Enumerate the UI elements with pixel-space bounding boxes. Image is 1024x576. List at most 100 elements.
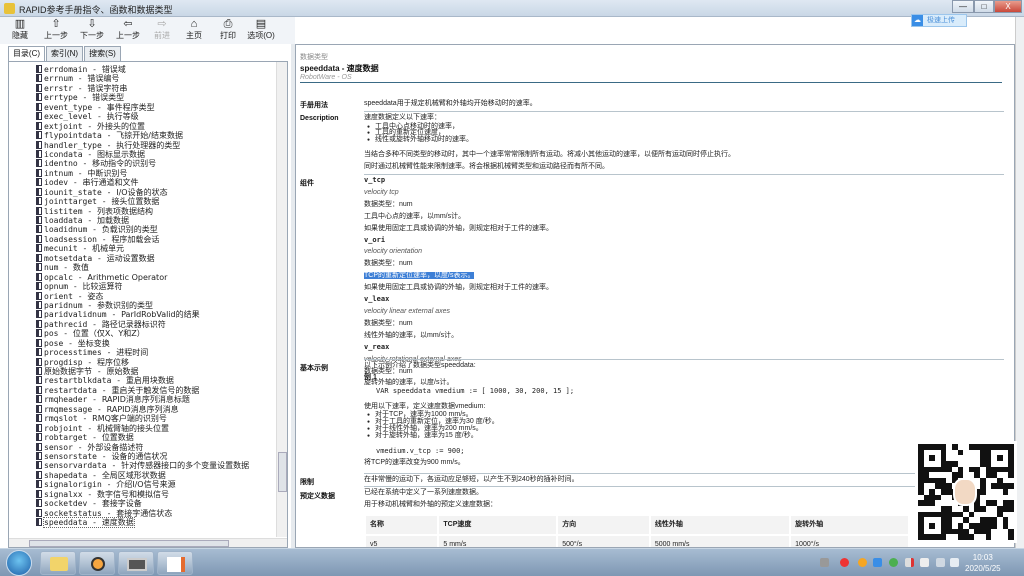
tree-item[interactable]: speeddata - 速度数据 bbox=[9, 517, 277, 528]
tree-item[interactable]: identno - 移动指令的识别号 bbox=[9, 159, 277, 168]
tree-item[interactable]: motsetdata - 运动设置数据 bbox=[9, 253, 277, 263]
taskbar-app[interactable] bbox=[157, 551, 193, 575]
tab-1[interactable]: 索引(N) bbox=[46, 46, 83, 61]
tree-item[interactable]: extjoint - 外接头的位置 bbox=[9, 121, 277, 131]
page-icon bbox=[36, 102, 42, 111]
tree-item[interactable]: signalxx - 数字信号和模拟信号 bbox=[9, 489, 277, 499]
tree-item[interactable]: opnum - 比较运算符 bbox=[9, 282, 277, 291]
baidu-icon[interactable] bbox=[873, 558, 882, 567]
tree-item[interactable]: sensor - 外部设备描述符 bbox=[9, 442, 277, 452]
tree-item[interactable]: errstr - 错误字符串 bbox=[9, 83, 277, 93]
tree-item-label: errnum - 错误编号 bbox=[44, 74, 120, 84]
toolbar-button-3[interactable]: ⇦ 上一步 bbox=[112, 19, 144, 41]
component-desc-text: 如果使用固定工具或协调的外轴，则规定相对于工件的速率。 bbox=[364, 224, 553, 232]
tree-item[interactable]: intnum - 中断识别号 bbox=[9, 168, 277, 178]
tree-item-name: extjoint bbox=[44, 121, 83, 131]
tree-item[interactable]: orient - 姿态 bbox=[9, 291, 277, 301]
tab-2[interactable]: 搜索(S) bbox=[84, 46, 121, 61]
tree-item-label: handler_type - 执行处理器的类型 bbox=[44, 140, 181, 150]
tree-item-name: mecunit bbox=[44, 244, 78, 254]
toolbar-button-2[interactable]: ⇩ 下一步 bbox=[76, 19, 108, 41]
taskbar: 10:03 2020/5/25 bbox=[0, 548, 1024, 576]
tray-green-icon[interactable] bbox=[889, 558, 898, 567]
close-button[interactable]: X bbox=[994, 0, 1022, 13]
tree-item[interactable]: rmqheader - RAPID消息序列消息标题 bbox=[9, 395, 277, 404]
scroll-thumb[interactable] bbox=[278, 452, 287, 492]
predefined-text: 用于移动机械臂和外轴的预定义速度数据： bbox=[364, 500, 497, 508]
tree-item-desc: 加载数据 bbox=[96, 216, 129, 225]
example-title: 例 1 bbox=[364, 373, 377, 381]
tree-item[interactable]: socketdev - 套接字设备 bbox=[9, 499, 277, 508]
tree-item-name: paridnum bbox=[44, 300, 83, 310]
record-icon[interactable] bbox=[840, 558, 849, 567]
tree-item[interactable]: sensorstate - 设备的通信状况 bbox=[9, 451, 277, 461]
minimize-button[interactable]: — bbox=[952, 0, 974, 13]
tab-0[interactable]: 目录(C) bbox=[8, 46, 45, 62]
tree-item[interactable]: flypointdata - 飞掠开始/结束数据 bbox=[9, 131, 277, 140]
clock[interactable]: 10:03 2020/5/25 bbox=[965, 552, 1001, 574]
tree-item[interactable]: processtimes - 进程时间 bbox=[9, 348, 277, 357]
tree-item[interactable]: rmqmessage - RAPID消息序列消息 bbox=[9, 404, 277, 414]
tree-item[interactable]: sensorvardata - 针对传感器接口的多个变量设置数据 bbox=[9, 461, 277, 470]
tree-item[interactable]: robjoint - 机械臂轴的接头位置 bbox=[9, 423, 277, 433]
tree-item-desc: 套接字设备 bbox=[101, 499, 142, 509]
network-icon[interactable] bbox=[936, 558, 945, 567]
tree-item[interactable]: shapedata - 全局区域形状数据 bbox=[9, 470, 277, 480]
tree-vertical-scrollbar[interactable] bbox=[276, 62, 287, 537]
maximize-button[interactable]: □ bbox=[974, 0, 994, 13]
volume-icon[interactable] bbox=[950, 558, 959, 567]
tree-item[interactable]: icondata - 图标显示数据 bbox=[9, 149, 277, 159]
toolbar-button-4[interactable]: ⇨ 前进 bbox=[146, 19, 178, 41]
tree-item[interactable]: robtarget - 位置数据 bbox=[9, 433, 277, 442]
scroll-thumb[interactable] bbox=[29, 540, 229, 547]
tree-item[interactable]: event_type - 事件程序类型 bbox=[9, 102, 277, 112]
tree-item[interactable]: paridvalidnum - ParIdRobValid的结果 bbox=[9, 310, 277, 319]
tree-item[interactable]: handler_type - 执行处理器的类型 bbox=[9, 140, 277, 150]
tray-app-icon[interactable] bbox=[858, 558, 867, 567]
upload-badge[interactable]: ☁ 极速上传 bbox=[911, 14, 967, 27]
tree-item[interactable]: jointtarget - 接头位置数据 bbox=[9, 197, 277, 206]
tree-item-name: icondata bbox=[44, 149, 83, 159]
tree-item[interactable]: errnum - 错误编号 bbox=[9, 74, 277, 83]
tree-item[interactable]: num - 数值 bbox=[9, 263, 277, 272]
tree-horizontal-scrollbar[interactable] bbox=[9, 538, 287, 547]
toolbar-button-1[interactable]: ⇧ 上一步 bbox=[40, 19, 72, 41]
tree-item[interactable]: errtype - 错误类型 bbox=[9, 93, 277, 102]
tree-item[interactable]: pos - 位置（仅X、Y和Z） bbox=[9, 329, 277, 338]
toolbar-button-5[interactable]: ⌂ 主页 bbox=[178, 19, 210, 41]
tree-item[interactable]: loadidnum - 负载识别的类型 bbox=[9, 225, 277, 234]
keyboard-icon[interactable] bbox=[820, 558, 829, 567]
tree-item[interactable]: restartblkdata - 重启用块数据 bbox=[9, 376, 277, 385]
bullet-item: 线性或旋转外轴移动时的速率。 bbox=[364, 136, 1004, 144]
tree-item[interactable]: signalorigin - 介绍I/O信号来源 bbox=[9, 480, 277, 489]
taskbar-explorer[interactable] bbox=[40, 551, 76, 575]
tree-item[interactable]: loadsession - 程序加载会话 bbox=[9, 234, 277, 244]
tree-item[interactable]: iounit_state - I/O设备的状态 bbox=[9, 187, 277, 197]
tree-item[interactable]: restartdata - 重启关于触发信号的数据 bbox=[9, 385, 277, 395]
start-button[interactable] bbox=[6, 550, 32, 576]
folder-icon bbox=[50, 557, 68, 571]
taskbar-recorder[interactable] bbox=[118, 551, 154, 575]
tree-item-name: signalxx bbox=[44, 489, 83, 499]
tree-item[interactable]: listitem - 列表项数据结构 bbox=[9, 206, 277, 216]
flag-icon[interactable] bbox=[905, 558, 914, 567]
tree-item[interactable]: iodev - 串行通道和文件 bbox=[9, 178, 277, 187]
tree-item[interactable]: pathrecid - 路径记录器标识符 bbox=[9, 319, 277, 329]
toolbar-button-6[interactable]: ⎙ 打印 bbox=[212, 19, 244, 41]
tree-item[interactable]: opcalc - Arithmetic Operator bbox=[9, 272, 277, 282]
tree-item[interactable]: paridnum - 参数识别的类型 bbox=[9, 300, 277, 310]
tree-item[interactable]: progdisp - 程序位移 bbox=[9, 357, 277, 367]
tree-item[interactable]: rmqslot - RMQ客户端的识别号 bbox=[9, 414, 277, 423]
toolbar-button-7[interactable]: ▤ 选项(O) bbox=[245, 19, 277, 41]
tree-item[interactable]: pose - 坐标变换 bbox=[9, 338, 277, 348]
window-title: RAPID参考手册指令、函数和数据类型 bbox=[19, 5, 173, 15]
toolbar-button-0[interactable]: ▥ 隐藏 bbox=[4, 19, 36, 41]
device-icon[interactable] bbox=[920, 558, 929, 567]
taskbar-media[interactable] bbox=[79, 551, 115, 575]
tree-item[interactable]: socketstatus - 套接字通信状态 bbox=[9, 508, 277, 518]
tree-item[interactable]: exec_level - 执行等级 bbox=[9, 112, 277, 121]
tree-item[interactable]: mecunit - 机械单元 bbox=[9, 244, 277, 253]
tree-item-name: loadidnum bbox=[44, 225, 88, 235]
tree-item-name: socketdev bbox=[44, 499, 88, 509]
tree-item-desc: 飞掠开始/结束数据 bbox=[116, 131, 183, 141]
